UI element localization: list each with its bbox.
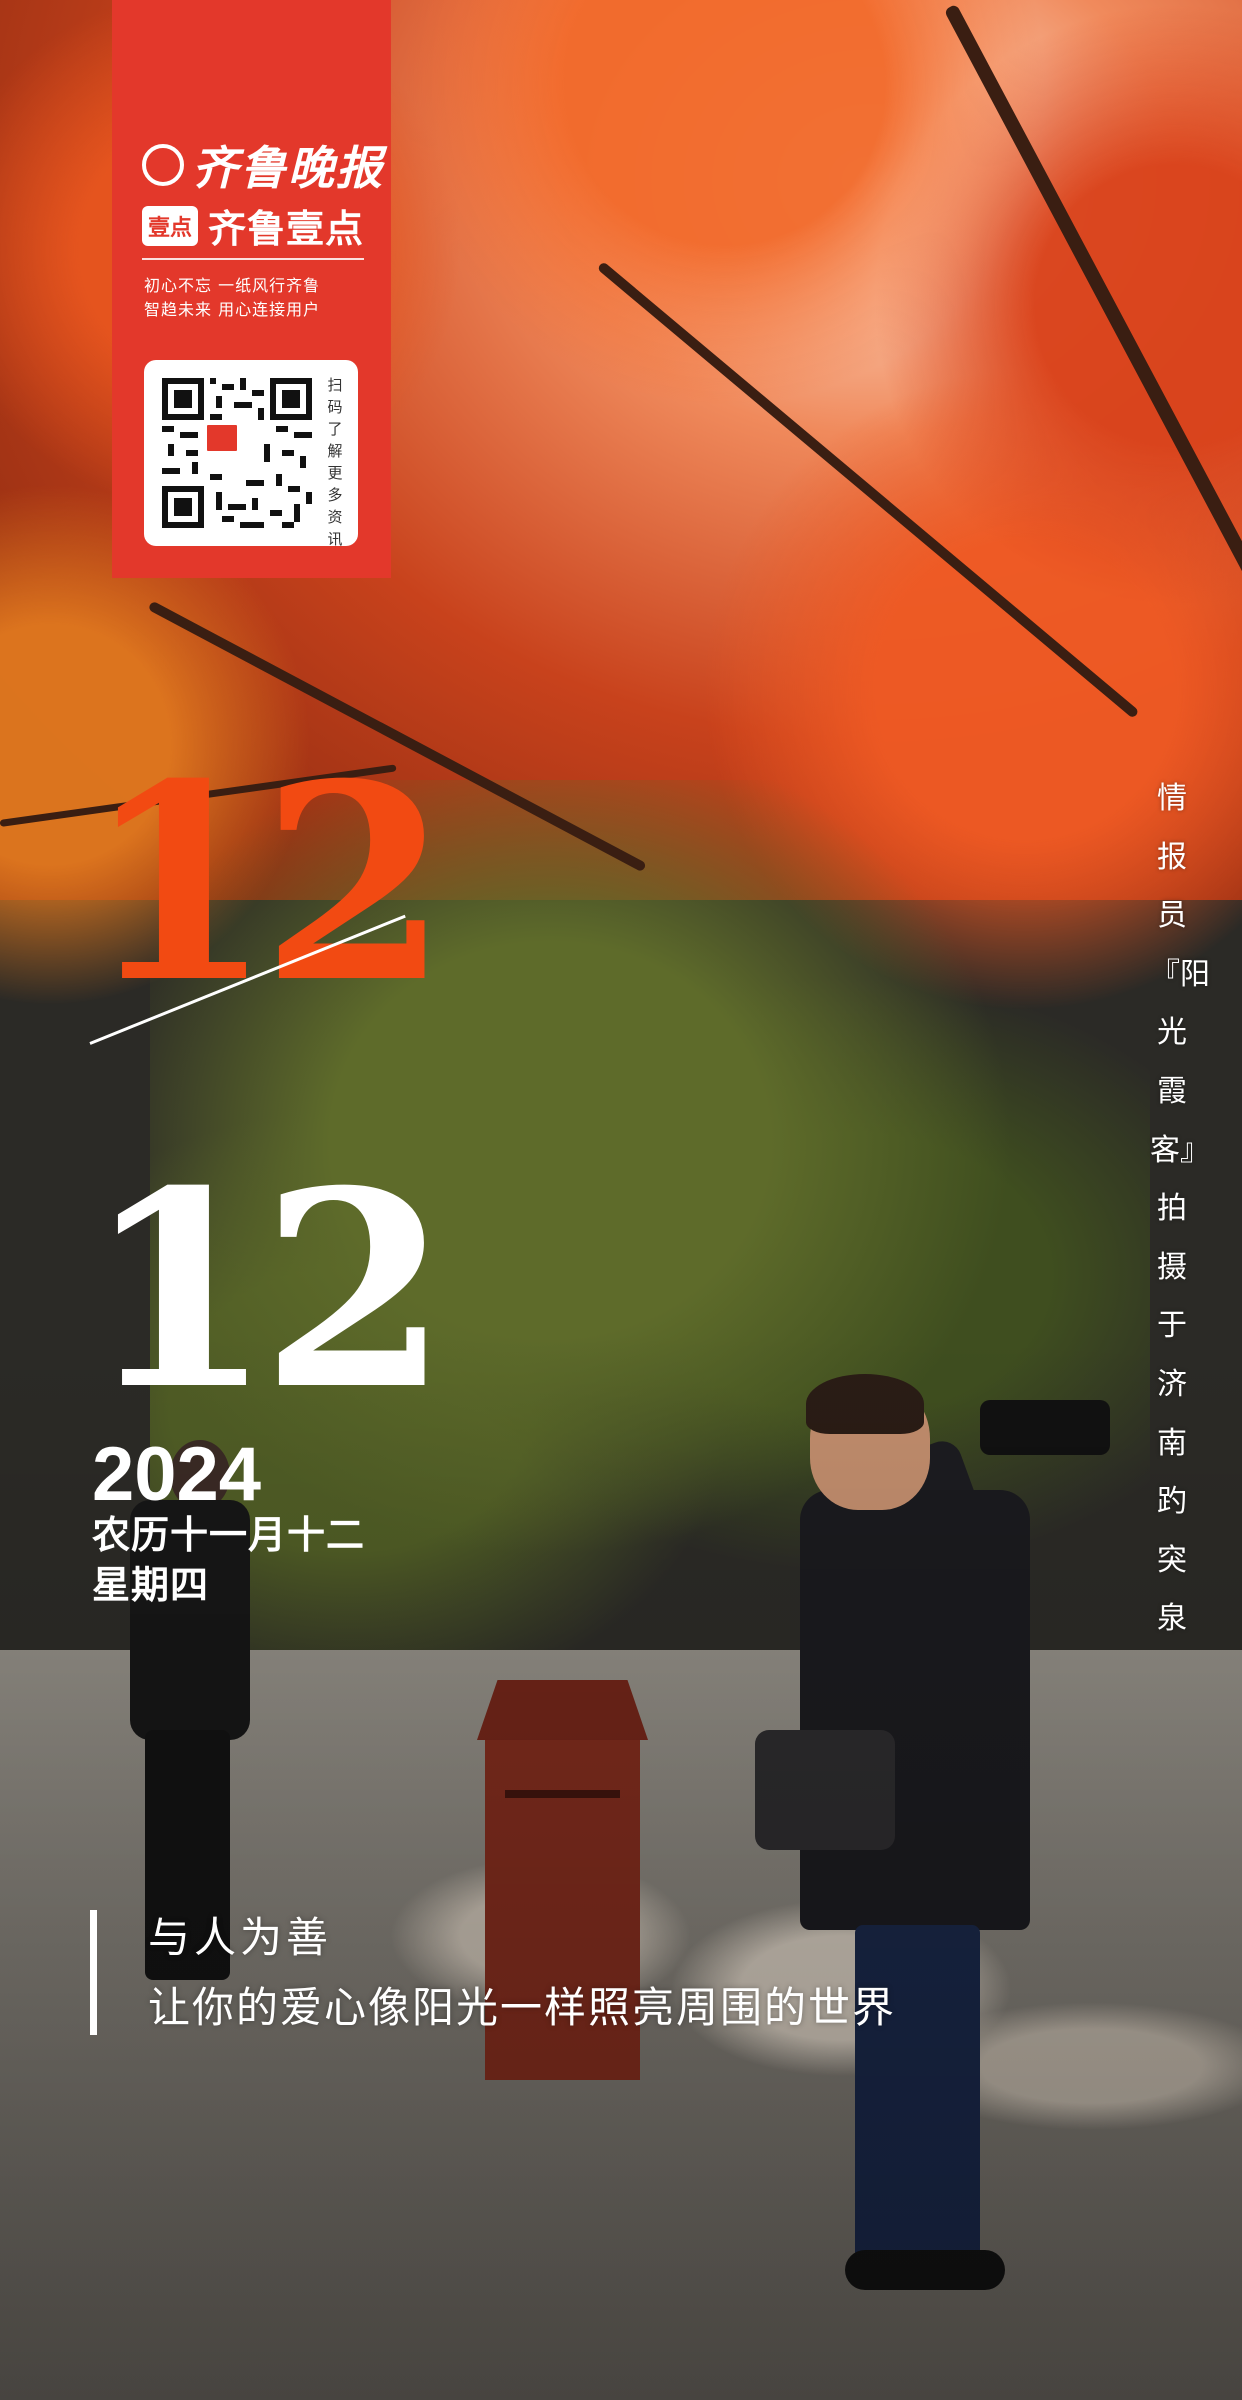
date-year: 2024 <box>92 1432 262 1517</box>
date-day: 12 <box>85 1131 449 1449</box>
slogan-line-1: 初心不忘 一纸风行齐鲁 <box>144 276 321 295</box>
newspaper-logo-icon <box>142 144 184 186</box>
lunar-date: 农历十一月十二 <box>92 1513 366 1557</box>
app-name: 齐鲁壹点 <box>208 207 365 251</box>
weekday: 星期四 <box>92 1563 210 1607</box>
newspaper-name: 齐鲁晚报 <box>192 141 384 195</box>
quote-bar <box>90 1910 97 2035</box>
quote-text: 让你的爱心像阳光一样照亮周围的世界 <box>148 1983 897 2032</box>
slogan-line-2: 智趋未来 用心连接用户 <box>144 300 321 319</box>
newspaper-logo: 齐鲁晚报 <box>142 132 384 198</box>
app-logo: 壹点 齐鲁壹点 <box>142 198 364 253</box>
qr-center-logo-icon <box>204 422 240 454</box>
qr-label: 扫码了解更多资讯 <box>327 376 343 548</box>
quote-title: 与人为善 <box>148 1913 333 1962</box>
qr-code-card[interactable]: 扫码了解更多资讯 <box>144 360 358 548</box>
app-badge-icon: 壹点 <box>142 205 199 246</box>
date-month: 12 <box>85 724 449 1042</box>
brand-panel: 齐鲁晚报 壹点 齐鲁壹点 初心不忘 一纸风行齐鲁 智趋未来 用心连接用户 扫码了… <box>112 0 391 578</box>
photo-credit: 情报员『阳光霞客』拍摄于济南趵突泉 <box>1150 781 1210 1637</box>
brand-divider <box>142 258 364 260</box>
